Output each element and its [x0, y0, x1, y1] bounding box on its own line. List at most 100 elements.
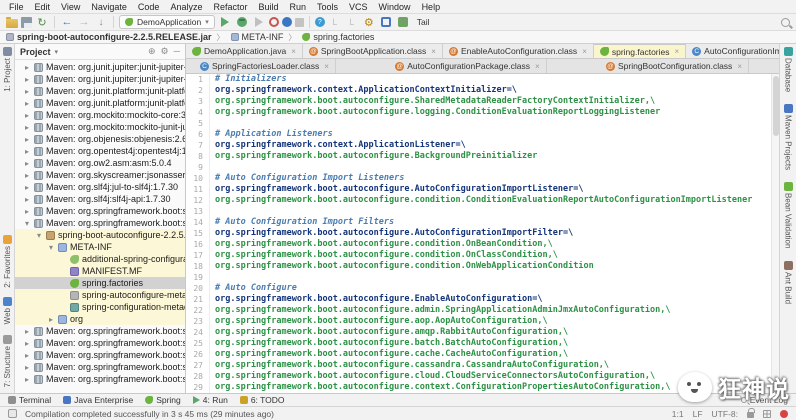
coverage-icon[interactable]	[269, 17, 279, 27]
step-right-icon[interactable]	[345, 15, 359, 29]
run-button[interactable]	[218, 15, 232, 29]
caret-position[interactable]: 1:1	[672, 409, 684, 419]
tool-window-button-javaee[interactable]: Java Enterprise	[63, 395, 133, 405]
back-icon[interactable]	[60, 15, 74, 29]
search-everywhere-icon[interactable]	[781, 18, 790, 27]
close-icon[interactable]: ×	[431, 47, 436, 56]
run-configuration-selector[interactable]: DemoApplication ▾	[119, 15, 215, 29]
tree-arrow-icon[interactable]: ▸	[23, 351, 31, 360]
tree-row[interactable]: ▸Maven: org.slf4j:slf4j-api:1.7.30	[15, 193, 185, 205]
editor-tab[interactable]: @SpringBootConfiguration.class×	[600, 59, 749, 73]
sort-icon[interactable]	[94, 15, 108, 29]
tree-arrow-icon[interactable]: ▾	[35, 231, 43, 240]
sync-icon[interactable]	[35, 15, 49, 29]
tree-row[interactable]: ▸Maven: org.mockito:mockito-core:3.1.0	[15, 109, 185, 121]
close-icon[interactable]: ×	[675, 47, 680, 56]
close-icon[interactable]: ×	[737, 62, 742, 71]
tool-button-ant[interactable]: Ant Build	[784, 261, 793, 304]
save-icon[interactable]	[21, 17, 32, 28]
tree-row[interactable]: ▸Maven: org.skyscreamer:jsonassert:1.5.0	[15, 169, 185, 181]
tree-row[interactable]: ▾META-INF	[15, 241, 185, 253]
menu-item-vcs[interactable]: VCS	[344, 1, 373, 13]
tree-row[interactable]: ▸Maven: org.slf4j:jul-to-slf4j:1.7.30	[15, 181, 185, 193]
tool-button-web[interactable]: Web	[3, 297, 12, 324]
tree-arrow-icon[interactable]: ▸	[23, 99, 31, 108]
tree-row[interactable]: ▸Maven: org.objenesis:objenesis:2.6	[15, 133, 185, 145]
gear-icon[interactable]: ⚙	[161, 46, 169, 57]
close-icon[interactable]: ×	[324, 62, 329, 71]
tool-button-structure[interactable]: 7: Structure	[3, 335, 12, 387]
tool-button-database[interactable]: Database	[784, 47, 793, 92]
menu-item-view[interactable]: View	[56, 1, 85, 13]
tree-arrow-icon[interactable]: ▸	[23, 183, 31, 192]
menu-item-code[interactable]: Code	[133, 1, 165, 13]
collapse-icon[interactable]: ─	[174, 46, 180, 57]
tree-arrow-icon[interactable]: ▸	[23, 171, 31, 180]
tree-row[interactable]: ▾Maven: org.springframework.boot:spring	[15, 217, 185, 229]
close-icon[interactable]: ×	[291, 47, 296, 56]
tool-button-favorites[interactable]: 2: Favorites	[3, 235, 12, 288]
settings-wrench-icon[interactable]	[362, 15, 376, 29]
tool-window-button-run[interactable]: 4: Run	[193, 395, 228, 405]
tree-arrow-icon[interactable]: ▸	[23, 147, 31, 156]
file-encoding[interactable]: UTF-8:	[712, 409, 738, 419]
editor-scrollbar[interactable]	[771, 74, 779, 393]
code-editor[interactable]: 1# Initializers2org.springframework.cont…	[186, 74, 779, 393]
event-log-button[interactable]: Event Log	[741, 395, 788, 405]
tree-row[interactable]: ▸Maven: org.springframework.boot:spring	[15, 205, 185, 217]
tree-arrow-icon[interactable]: ▸	[23, 159, 31, 168]
tree-row[interactable]: MANIFEST.MF	[15, 265, 185, 277]
tree-row[interactable]: ▾spring-boot-autoconfigure-2.2.5.RELE	[15, 229, 185, 241]
editor-tab[interactable]: CAutoConfigurationImportSelector.class×	[686, 44, 779, 58]
tree-row[interactable]: ▸Maven: org.springframework.boot:spring	[15, 349, 185, 361]
tool-window-button-terminal[interactable]: Terminal	[8, 395, 51, 405]
tree-row[interactable]: spring-autoconfigure-metadat	[15, 289, 185, 301]
profiler-icon[interactable]	[282, 17, 292, 27]
tree-row[interactable]: ▸Maven: org.junit.jupiter:junit-jupiter-…	[15, 73, 185, 85]
menu-item-edit[interactable]: Edit	[30, 1, 56, 13]
tree-row[interactable]: ▸Maven: org.mockito:mockito-junit-jupite…	[15, 121, 185, 133]
tree-row[interactable]: ▸Maven: org.junit.jupiter:junit-jupiter-…	[15, 61, 185, 73]
tool-button-project[interactable]: 1: Project	[3, 47, 12, 92]
panel-toggle-icon[interactable]	[8, 409, 17, 418]
tree-arrow-icon[interactable]: ▸	[23, 195, 31, 204]
tree-arrow-icon[interactable]: ▸	[23, 63, 31, 72]
tree-arrow-icon[interactable]: ▸	[23, 111, 31, 120]
tool-button-maven[interactable]: Maven Projects	[784, 104, 793, 170]
menu-item-run[interactable]: Run	[285, 1, 312, 13]
tree-row[interactable]: ▸Maven: org.opentest4j:opentest4j:1.2.0	[15, 145, 185, 157]
tree-arrow-icon[interactable]: ▸	[23, 75, 31, 84]
breadcrumb-item[interactable]: spring.factories	[285, 32, 374, 43]
tree-row[interactable]: ▸org	[15, 313, 185, 325]
tree-arrow-icon[interactable]: ▸	[23, 135, 31, 144]
tree-row[interactable]: spring-configuration-metadata	[15, 301, 185, 313]
tree-row[interactable]: ▸Maven: org.springframework.boot:spring	[15, 325, 185, 337]
menu-item-build[interactable]: Build	[253, 1, 283, 13]
tree-arrow-icon[interactable]: ▾	[23, 219, 31, 228]
tree-arrow-icon[interactable]: ▸	[23, 123, 31, 132]
run-coverage-button[interactable]	[252, 15, 266, 29]
notification-dot-icon[interactable]	[780, 410, 788, 418]
menu-item-window[interactable]: Window	[374, 1, 416, 13]
editor-tab[interactable]: DemoApplication.java×	[186, 44, 303, 58]
close-icon[interactable]: ×	[582, 47, 587, 56]
menu-item-tools[interactable]: Tools	[312, 1, 343, 13]
chevron-down-icon[interactable]: ▾	[55, 48, 59, 56]
open-folder-icon[interactable]	[6, 19, 18, 28]
menu-item-analyze[interactable]: Analyze	[165, 1, 207, 13]
tool-window-button-todo[interactable]: 6: TODO	[240, 395, 285, 405]
tree-arrow-icon[interactable]: ▸	[23, 207, 31, 216]
tree-row[interactable]: ▸Maven: org.junit.platform:junit-platfor…	[15, 85, 185, 97]
tree-arrow-icon[interactable]: ▸	[23, 375, 31, 384]
menu-item-file[interactable]: File	[4, 1, 29, 13]
plugin-icon[interactable]	[396, 15, 410, 29]
tree-arrow-icon[interactable]: ▸	[23, 363, 31, 372]
tree-row[interactable]: additional-spring-configuratio	[15, 253, 185, 265]
stop-button[interactable]	[295, 18, 304, 27]
editor-tab[interactable]: CSpringFactoriesLoader.class×	[194, 59, 336, 73]
tool-window-button-spring[interactable]: Spring	[145, 395, 181, 405]
help-icon[interactable]: ?	[315, 17, 325, 27]
project-structure-icon[interactable]	[379, 15, 393, 29]
lock-icon[interactable]	[747, 412, 754, 418]
tree-row[interactable]: ▸Maven: org.springframework.boot:spring	[15, 361, 185, 373]
